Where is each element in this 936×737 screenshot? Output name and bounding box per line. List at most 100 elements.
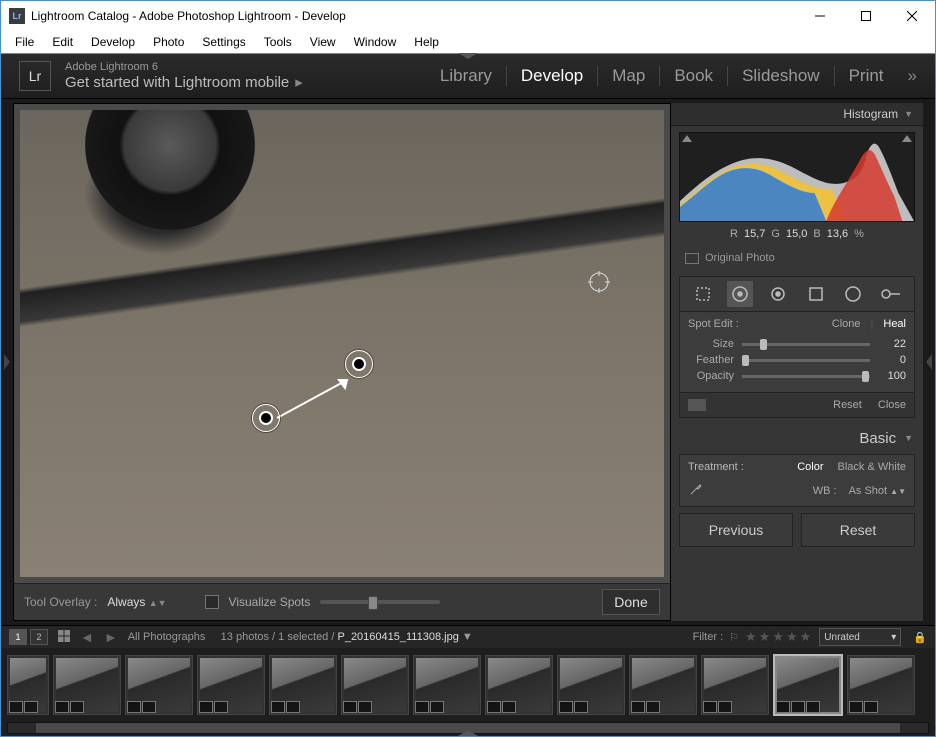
- previous-button[interactable]: Previous: [679, 513, 793, 547]
- heal-mode[interactable]: Heal: [883, 318, 906, 330]
- overlay-dropdown[interactable]: Always ▲▼: [107, 595, 166, 609]
- original-photo-toggle[interactable]: Original Photo: [679, 248, 915, 268]
- eyedropper-icon[interactable]: [688, 481, 704, 500]
- identity-bar: Lr Adobe Lightroom 6 Get started with Li…: [1, 54, 935, 99]
- thumbnail[interactable]: [557, 655, 625, 715]
- menu-file[interactable]: File: [7, 33, 42, 51]
- triangle-down-icon: ▼: [904, 433, 913, 443]
- thumbnail[interactable]: [413, 655, 481, 715]
- crop-tool[interactable]: [690, 281, 716, 307]
- maximize-button[interactable]: [843, 1, 889, 31]
- visualize-spots-checkbox[interactable]: [205, 595, 219, 609]
- top-panel-toggle-icon[interactable]: [458, 53, 478, 59]
- module-book[interactable]: Book: [660, 66, 727, 86]
- treatment-label: Treatment :: [688, 461, 744, 473]
- wb-dropdown[interactable]: As Shot ▲▼: [849, 485, 906, 497]
- module-develop[interactable]: Develop: [507, 66, 597, 86]
- spot-close-button[interactable]: Close: [878, 399, 906, 411]
- filmstrip-source[interactable]: All Photographs 13 photos / 1 selected /…: [128, 631, 473, 643]
- spot-source-pin[interactable]: [345, 350, 373, 378]
- module-map[interactable]: Map: [598, 66, 659, 86]
- radial-filter-tool[interactable]: [840, 281, 866, 307]
- menu-view[interactable]: View: [302, 33, 344, 51]
- spot-reset-button[interactable]: Reset: [833, 399, 862, 411]
- menu-edit[interactable]: Edit: [44, 33, 81, 51]
- display-2[interactable]: 2: [30, 629, 48, 645]
- filmstrip-thumbs[interactable]: [1, 648, 935, 722]
- module-print[interactable]: Print: [835, 66, 898, 86]
- menu-window[interactable]: Window: [346, 33, 405, 51]
- visualize-spots-label: Visualize Spots: [229, 595, 311, 609]
- secondary-display: 1 2: [9, 629, 48, 645]
- size-value[interactable]: 22: [878, 338, 906, 350]
- clone-mode[interactable]: Clone: [832, 318, 861, 330]
- filter-flag-icon[interactable]: ⚐: [729, 631, 739, 644]
- redeye-tool[interactable]: [765, 281, 791, 307]
- thumbnail[interactable]: [847, 655, 915, 715]
- app-body: Lr Adobe Lightroom 6 Get started with Li…: [1, 53, 935, 736]
- filter-stars[interactable]: ★★★★★: [745, 629, 813, 645]
- minimize-button[interactable]: [797, 1, 843, 31]
- treatment-color[interactable]: Color: [797, 461, 823, 473]
- modules-more-icon[interactable]: »: [898, 66, 917, 86]
- adjustment-brush-tool[interactable]: [878, 281, 904, 307]
- highlight-clip-icon[interactable]: [902, 135, 912, 142]
- left-panel-toggle[interactable]: [1, 99, 13, 625]
- graduated-filter-tool[interactable]: [803, 281, 829, 307]
- right-panel-toggle[interactable]: [923, 99, 935, 625]
- module-library[interactable]: Library: [426, 66, 506, 86]
- rgb-readout: R15,7 G15,0 B13,6 %: [671, 224, 923, 244]
- reset-button[interactable]: Reset: [801, 513, 915, 547]
- thumbnail[interactable]: [125, 655, 193, 715]
- menu-develop[interactable]: Develop: [83, 33, 143, 51]
- bottom-panel-toggle-icon[interactable]: [458, 730, 478, 736]
- chevron-right-icon: ▸: [295, 73, 303, 91]
- menu-photo[interactable]: Photo: [145, 33, 192, 51]
- nav-fwd-icon[interactable]: ►: [104, 629, 118, 645]
- menu-settings[interactable]: Settings: [194, 33, 253, 51]
- thumbnail[interactable]: [629, 655, 697, 715]
- spot-panel-footer: Reset Close: [679, 393, 915, 418]
- menu-tools[interactable]: Tools: [256, 33, 300, 51]
- thumbnail[interactable]: [7, 655, 49, 715]
- shadow-clip-icon[interactable]: [682, 135, 692, 142]
- panel-switch-icon[interactable]: [688, 399, 706, 411]
- close-button[interactable]: [889, 1, 935, 31]
- opacity-slider[interactable]: [742, 375, 870, 378]
- filter-rating-dropdown[interactable]: Unrated▾: [819, 628, 901, 646]
- module-picker: Library Develop Map Book Slideshow Print…: [426, 66, 917, 86]
- wb-label: WB :: [813, 485, 837, 497]
- visualize-threshold-slider[interactable]: [320, 600, 440, 604]
- done-button[interactable]: Done: [602, 589, 660, 615]
- thumbnail[interactable]: [197, 655, 265, 715]
- spot-target-pin[interactable]: [252, 404, 280, 432]
- thumbnail[interactable]: [269, 655, 337, 715]
- histogram-header[interactable]: Histogram▼: [671, 103, 923, 126]
- size-slider[interactable]: [742, 343, 870, 346]
- identity-text[interactable]: Adobe Lightroom 6 Get started with Light…: [65, 61, 303, 91]
- thumbnail[interactable]: [485, 655, 553, 715]
- module-slideshow[interactable]: Slideshow: [728, 66, 834, 86]
- treatment-bw[interactable]: Black & White: [838, 461, 906, 473]
- sample-crosshair-icon[interactable]: [588, 271, 610, 293]
- titlebar: Lr Lightroom Catalog - Adobe Photoshop L…: [1, 1, 935, 31]
- display-1[interactable]: 1: [9, 629, 27, 645]
- nav-back-icon[interactable]: ◄: [80, 629, 94, 645]
- spot-removal-tool[interactable]: [727, 281, 753, 307]
- local-tools-strip: [679, 276, 915, 312]
- feather-label: Feather: [688, 354, 734, 366]
- menu-help[interactable]: Help: [406, 33, 447, 51]
- thumbnail[interactable]: [341, 655, 409, 715]
- grid-view-icon[interactable]: [58, 630, 70, 645]
- opacity-value[interactable]: 100: [878, 370, 906, 382]
- histogram[interactable]: [679, 132, 915, 222]
- filter-lock-icon[interactable]: 🔒: [913, 631, 927, 644]
- thumbnail-selected[interactable]: [773, 654, 843, 716]
- thumbnail[interactable]: [53, 655, 121, 715]
- image-canvas[interactable]: [20, 110, 664, 577]
- feather-value[interactable]: 0: [878, 354, 906, 366]
- feather-slider[interactable]: [742, 359, 870, 362]
- thumbnail[interactable]: [701, 655, 769, 715]
- spot-edit-label: Spot Edit :: [688, 318, 739, 330]
- basic-header[interactable]: Basic▼: [671, 426, 923, 450]
